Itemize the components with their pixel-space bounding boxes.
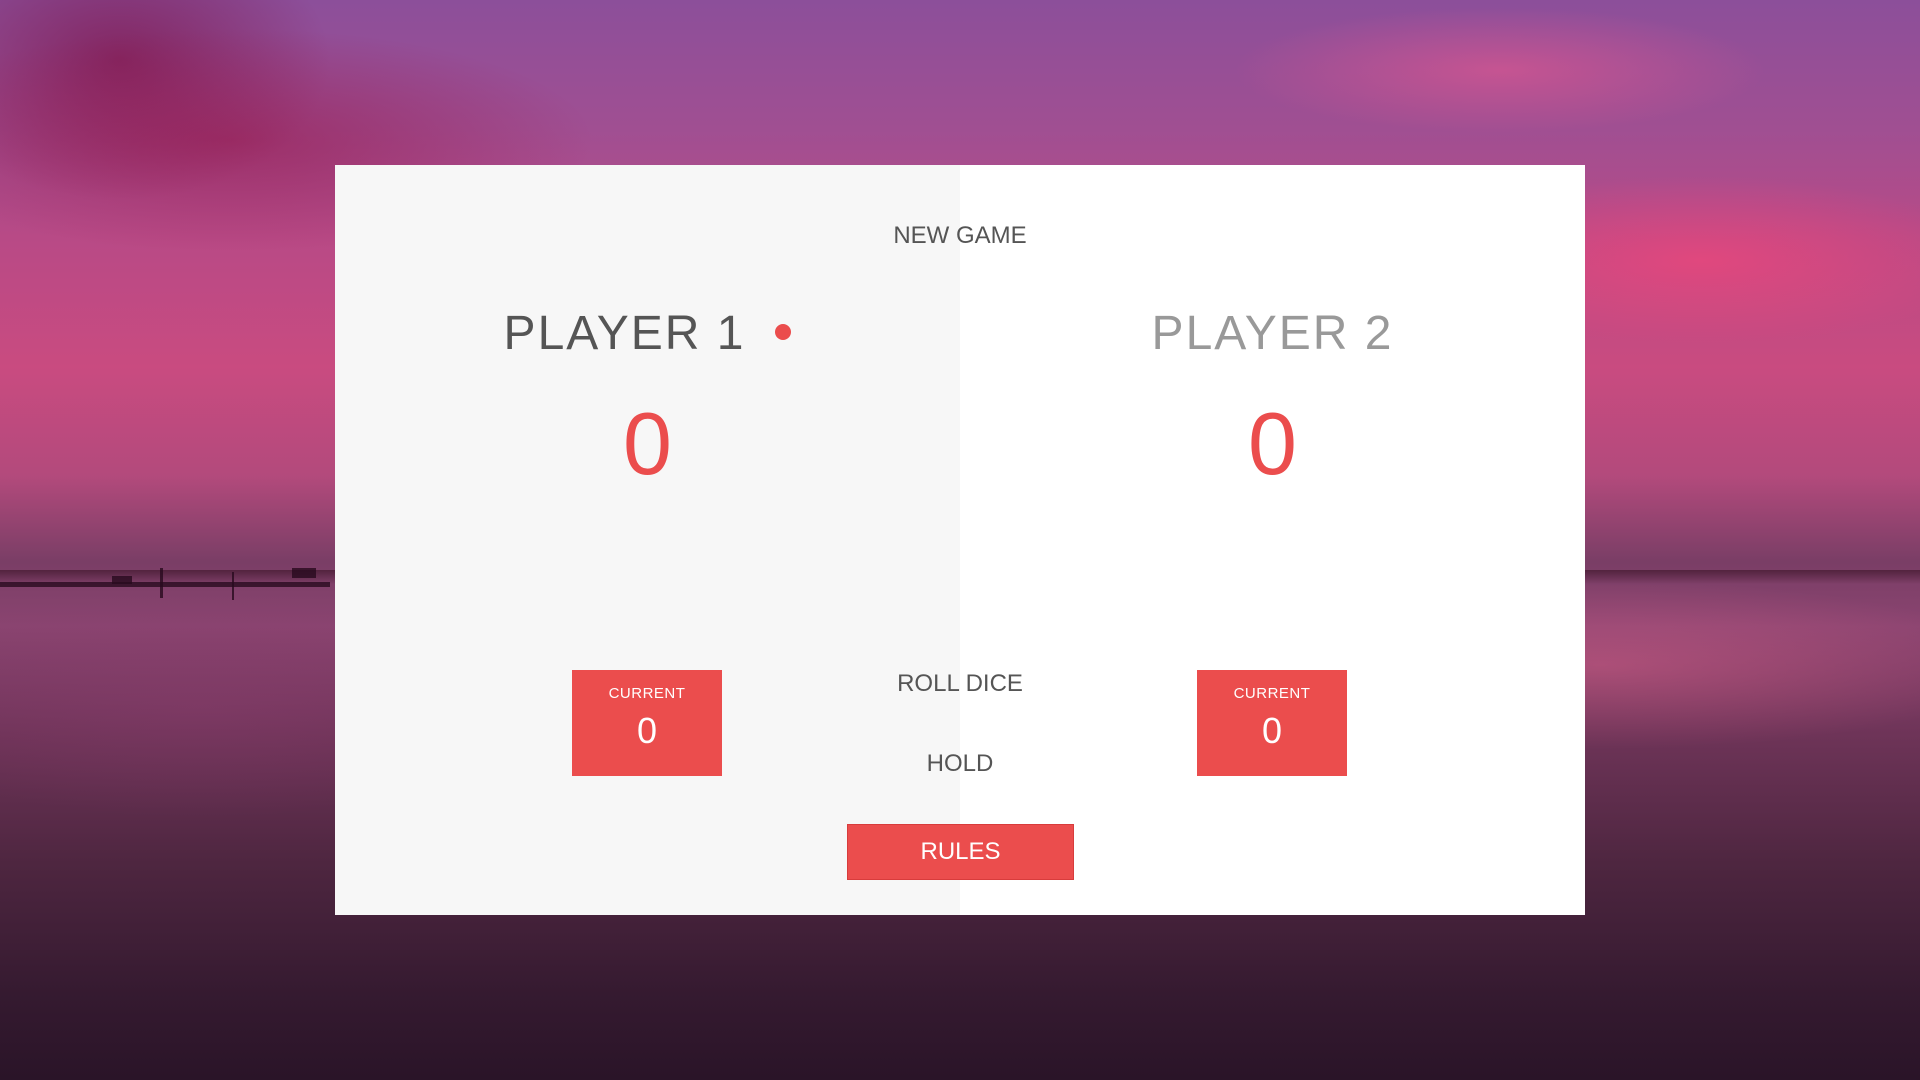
player-2-score: 0 (1248, 394, 1297, 493)
pier-post (232, 572, 234, 600)
player-2-name-text: PLAYER 2 (1151, 307, 1394, 360)
game-board: PLAYER 1 0 CURRENT 0 PLAYER 2 0 CURRENT … (335, 165, 1585, 915)
player-2-current-label: CURRENT (1233, 685, 1311, 702)
hut-silhouette (292, 568, 316, 578)
player-1-panel: PLAYER 1 0 CURRENT 0 (335, 165, 960, 915)
player-1-name-text: PLAYER 1 (503, 307, 746, 360)
player-1-score: 0 (623, 394, 672, 493)
new-game-button[interactable]: NEW GAME (860, 222, 1060, 250)
player-2-name: PLAYER 2 (960, 310, 1585, 358)
player-1-current-label: CURRENT (608, 685, 686, 702)
player-1-name: PLAYER 1 (335, 310, 960, 358)
player-1-current-score: 0 (636, 710, 658, 751)
player-2-current-box: CURRENT 0 (1197, 670, 1347, 776)
pier-silhouette (0, 582, 330, 587)
active-player-indicator-icon (775, 324, 792, 341)
player-2-panel: PLAYER 2 0 CURRENT 0 (960, 165, 1585, 915)
pier-post (160, 568, 163, 598)
roll-dice-button[interactable]: ROLL DICE (860, 670, 1060, 698)
hut-silhouette (112, 576, 132, 584)
hold-button[interactable]: HOLD (860, 750, 1060, 778)
rules-button[interactable]: RULES (847, 824, 1074, 880)
player-2-current-score: 0 (1261, 710, 1283, 751)
player-1-current-box: CURRENT 0 (572, 670, 722, 776)
